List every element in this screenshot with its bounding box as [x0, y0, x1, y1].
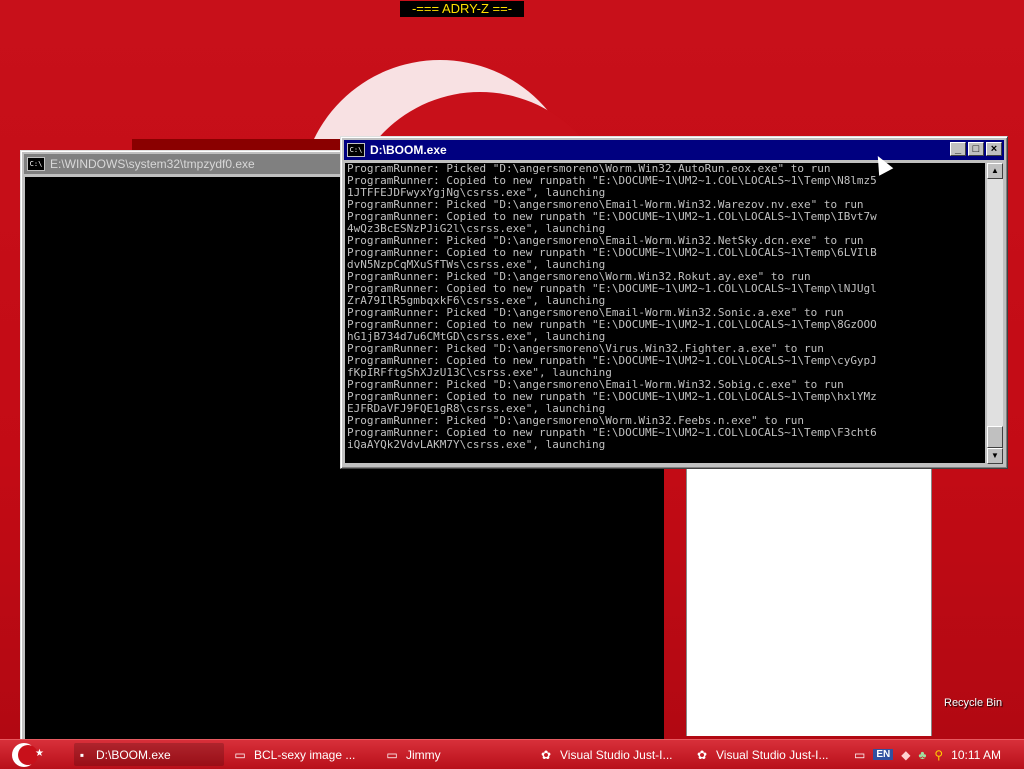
- desktop-banner: -=== ADRY-Z ==-: [400, 1, 524, 17]
- minimize-button[interactable]: _: [950, 142, 966, 156]
- console-text: ProgramRunner: Picked "D:\angersmoreno\W…: [347, 163, 877, 451]
- debugger-icon: ✿: [696, 747, 708, 762]
- console-window-back[interactable]: C:\ E:\WINDOWS\system32\tmpzydf0.exe: [20, 150, 352, 746]
- start-button[interactable]: ★: [8, 741, 46, 768]
- console-icon: ▪: [79, 747, 85, 762]
- taskbar-item-label: Visual Studio Just-I...: [560, 747, 673, 762]
- boom-console-output[interactable]: ProgramRunner: Picked "D:\angersmoreno\W…: [345, 163, 985, 463]
- recycle-bin-label[interactable]: Recycle Bin: [944, 697, 1002, 709]
- maximize-button[interactable]: □: [968, 142, 984, 156]
- scroll-down-button[interactable]: ▼: [987, 448, 1003, 464]
- back-console-output[interactable]: [25, 177, 347, 743]
- taskbar-item-label: BCL-sexy image ...: [254, 747, 356, 762]
- antivirus-tray-icon[interactable]: ◆: [901, 748, 910, 762]
- console-icon: C:\: [27, 157, 45, 171]
- back-window-title: E:\WINDOWS\system32\tmpzydf0.exe: [50, 157, 255, 171]
- folder-icon: ▭: [234, 747, 246, 762]
- console-window-boom[interactable]: C:\ D:\BOOM.exe _ □ × ProgramRunner: Pic…: [340, 136, 1008, 469]
- clock[interactable]: 10:11 AM: [951, 748, 1001, 762]
- scroll-thumb[interactable]: [987, 426, 1003, 448]
- scroll-up-button[interactable]: ▲: [987, 163, 1003, 179]
- taskbar-item-boom[interactable]: ▪ D:\BOOM.exe: [74, 743, 224, 766]
- back-console-extension: [346, 466, 664, 740]
- taskbar-item-label: Jimmy: [406, 747, 441, 762]
- folder-icon: ▭: [386, 747, 398, 762]
- start-star-icon: ★: [35, 748, 44, 759]
- folder-tray-icon[interactable]: ▭: [854, 748, 865, 762]
- console-scrollbar[interactable]: ▲ ▼: [987, 163, 1003, 464]
- network-tray-icon[interactable]: ♣: [918, 748, 926, 762]
- search-tray-icon[interactable]: ⚲: [934, 748, 943, 762]
- system-tray: ▭ EN ◆ ♣ ⚲ 10:11 AM: [846, 740, 1024, 769]
- taskbar-item-label: Visual Studio Just-I...: [716, 747, 829, 762]
- taskbar-item-vs-debugger-1[interactable]: ✿ Visual Studio Just-I...: [538, 743, 688, 766]
- debugger-icon: ✿: [540, 747, 552, 762]
- taskbar-item-bcl[interactable]: ▭ BCL-sexy image ...: [232, 743, 372, 766]
- taskbar-item-jimmy[interactable]: ▭ Jimmy: [384, 743, 524, 766]
- taskbar-item-label: D:\BOOM.exe: [96, 747, 171, 762]
- background-white-window: [686, 466, 932, 736]
- taskbar-item-vs-debugger-2[interactable]: ✿ Visual Studio Just-I...: [694, 743, 844, 766]
- boom-window-titlebar[interactable]: C:\ D:\BOOM.exe _ □ ×: [344, 140, 1004, 160]
- language-indicator[interactable]: EN: [873, 749, 894, 760]
- close-button[interactable]: ×: [986, 142, 1002, 156]
- back-window-titlebar[interactable]: C:\ E:\WINDOWS\system32\tmpzydf0.exe: [24, 154, 348, 174]
- taskbar: ★ ▪ D:\BOOM.exe ▭ BCL-sexy image ... ▭ J…: [0, 739, 1024, 769]
- console-icon: C:\: [347, 143, 365, 157]
- boom-window-title: D:\BOOM.exe: [370, 143, 447, 157]
